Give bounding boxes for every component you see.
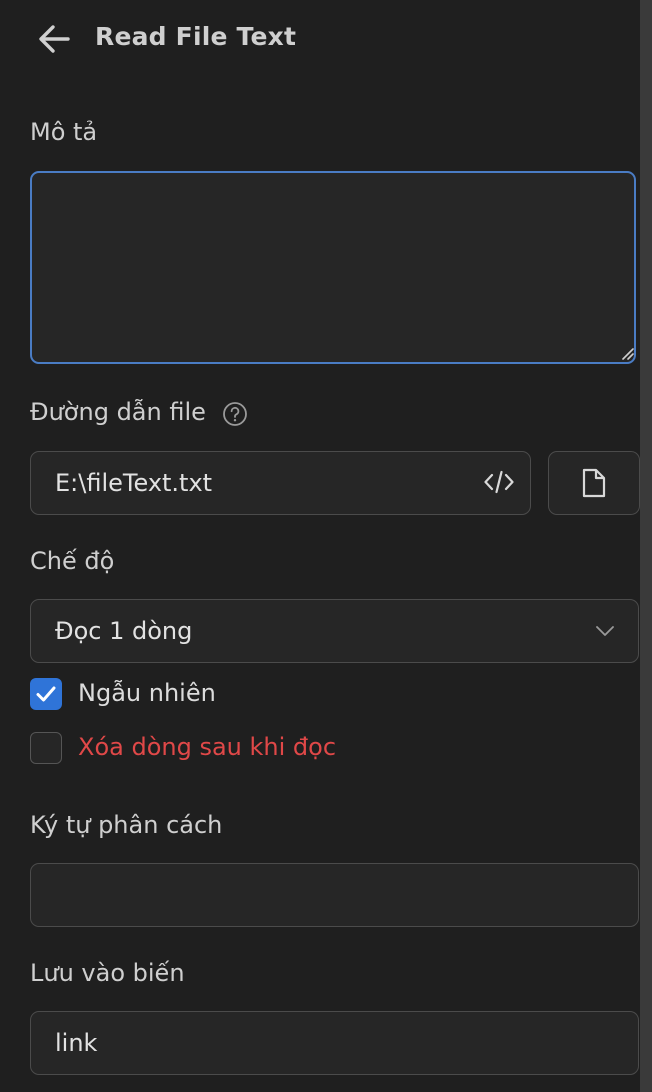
description-label: Mô tả (30, 118, 98, 146)
mode-selected-value: Đọc 1 dòng (55, 617, 193, 645)
save-variable-label: Lưu vào biến (30, 959, 185, 987)
resize-grip-icon[interactable] (620, 346, 634, 360)
random-checkbox[interactable] (30, 678, 62, 710)
check-icon (36, 686, 56, 702)
file-icon (582, 468, 605, 497)
description-textarea[interactable] (30, 171, 636, 364)
page-title: Read File Text (95, 22, 297, 51)
random-label[interactable]: Ngẫu nhiên (78, 679, 216, 707)
delete-after-read-checkbox[interactable] (30, 732, 62, 764)
save-variable-value: link (55, 1029, 98, 1057)
file-path-input[interactable]: E:\fileText.txt (30, 451, 531, 515)
browse-file-button[interactable] (548, 451, 640, 515)
mode-label: Chế độ (30, 547, 115, 575)
arrow-left-icon (39, 25, 70, 53)
mode-select[interactable]: Đọc 1 dòng (30, 599, 639, 663)
question-circle-icon[interactable] (222, 401, 248, 427)
code-icon[interactable] (483, 467, 515, 497)
read-file-text-panel: Read File Text Mô tả Đường dẫn file E:\f… (0, 0, 652, 1092)
separator-label: Ký tự phân cách (30, 811, 223, 839)
separator-input[interactable] (30, 863, 639, 927)
back-button[interactable] (34, 20, 74, 60)
panel-header: Read File Text (0, 0, 640, 78)
file-path-value: E:\fileText.txt (55, 469, 213, 497)
chevron-down-icon (596, 626, 614, 636)
save-variable-input[interactable]: link (30, 1011, 639, 1075)
file-path-label: Đường dẫn file (30, 398, 206, 426)
scrollbar[interactable] (640, 0, 652, 1092)
delete-after-read-label[interactable]: Xóa dòng sau khi đọc (78, 733, 336, 761)
